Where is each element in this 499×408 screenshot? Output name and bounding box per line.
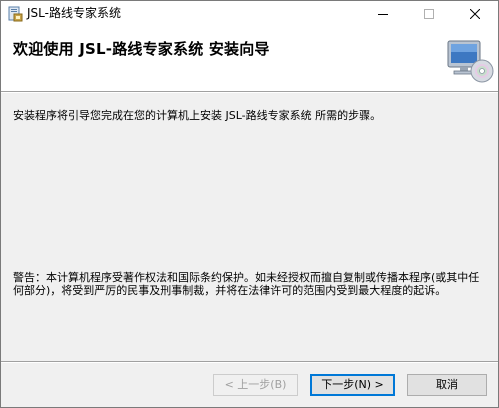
close-icon (470, 9, 480, 19)
installer-app-icon (8, 6, 23, 22)
footer-separator (1, 361, 498, 363)
title-bar[interactable]: JSL-路线专家系统 (1, 1, 498, 27)
copyright-warning: 警告：本计算机程序受著作权法和国际条约保护。如未经授权而擅自复制或传播本程序(或… (13, 271, 480, 297)
close-button[interactable] (452, 1, 498, 27)
back-button[interactable]: < 上一步(B) (213, 374, 298, 396)
intro-text: 安装程序将引导您完成在您的计算机上安装 JSL-路线专家系统 所需的步骤。 (13, 109, 382, 122)
next-button[interactable]: 下一步(N) > (310, 374, 395, 396)
header-separator (1, 91, 498, 93)
wizard-header: 欢迎使用 JSL-路线专家系统 安装向导 (1, 27, 498, 91)
maximize-icon (424, 9, 434, 19)
installer-window: JSL-路线专家系统 欢迎使用 JSL-路线专家系统 安装向导 安装程序将引导您… (0, 0, 499, 408)
wizard-title: 欢迎使用 JSL-路线专家系统 安装向导 (13, 40, 270, 58)
window-title: JSL-路线专家系统 (27, 6, 121, 20)
minimize-button[interactable] (360, 1, 406, 27)
maximize-button[interactable] (406, 1, 452, 27)
computer-cd-icon (447, 40, 494, 83)
minimize-icon (378, 14, 388, 15)
cancel-button[interactable]: 取消 (407, 374, 487, 396)
